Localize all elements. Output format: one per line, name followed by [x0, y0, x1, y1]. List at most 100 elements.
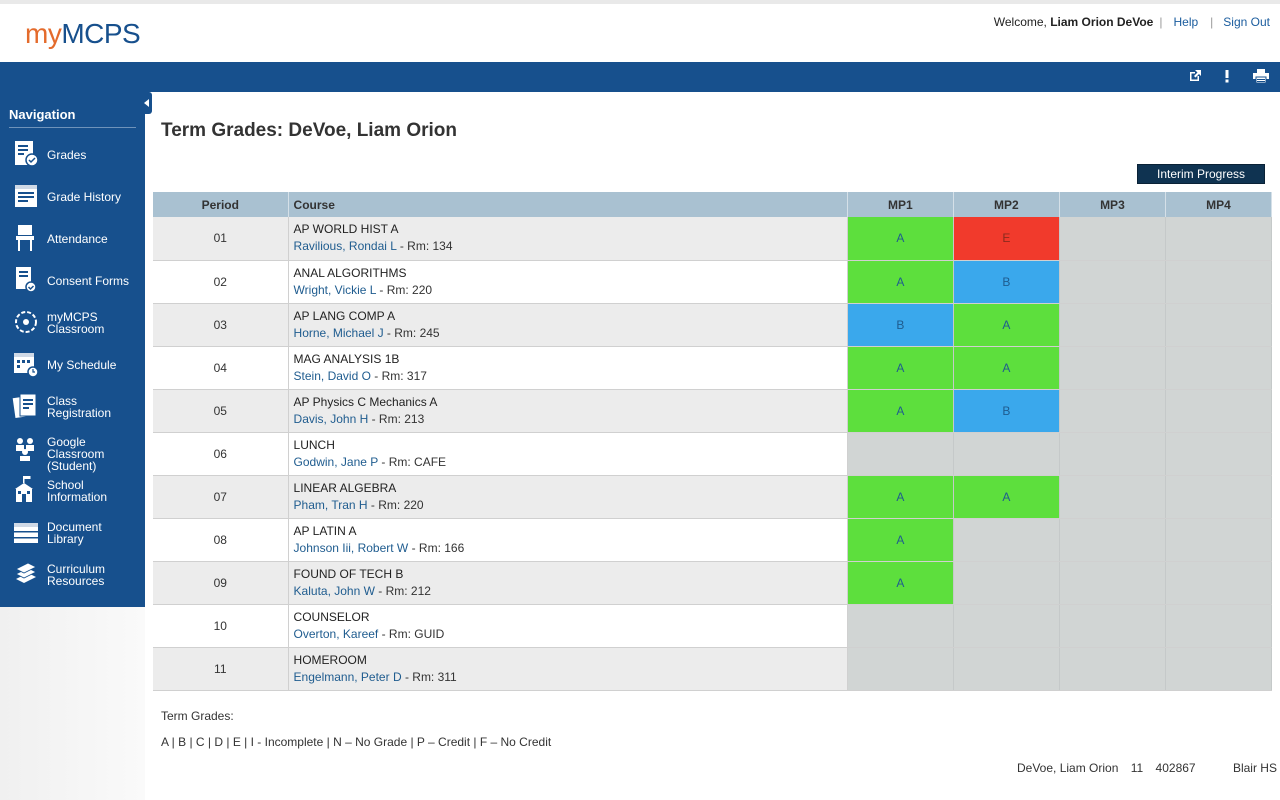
column-header-mp2[interactable]: MP2 — [953, 192, 1060, 217]
course-cell: COUNSELOR Overton, Kareef - Rm: GUID — [288, 604, 848, 648]
room-text: - Rm: GUID — [378, 626, 445, 641]
grade-cell-mp2[interactable]: B — [953, 389, 1060, 433]
toolbar — [0, 62, 1280, 92]
column-header-period[interactable]: Period — [153, 192, 289, 217]
sidebar-item-grades[interactable]: Grades — [12, 139, 140, 175]
sidebar-collapse-toggle[interactable] — [142, 92, 152, 114]
course-cell: AP Physics C Mechanics A Davis, John H - … — [288, 389, 848, 433]
print-icon[interactable] — [1253, 69, 1269, 85]
registration-icon — [12, 393, 37, 419]
grade-cell-mp2[interactable]: A — [953, 303, 1060, 347]
grade-cell-mp1[interactable]: A — [847, 475, 954, 519]
sidebar-item-my-schedule[interactable]: My Schedule — [12, 349, 140, 385]
room-text: - Rm: 134 — [396, 239, 453, 254]
sidebar-item-google-classroom[interactable]: Google Classroom (Student) — [12, 433, 140, 472]
room-text: - Rm: 213 — [368, 411, 425, 426]
grade-value: E — [1002, 231, 1011, 246]
sidebar-item-curriculum-resources[interactable]: Curriculum Resources — [12, 559, 140, 595]
grade-cell-mp1[interactable]: B — [847, 303, 954, 347]
teacher-info: Stein, David O - Rm: 317 — [294, 368, 847, 385]
column-header-course[interactable]: Course — [288, 192, 848, 217]
consent-forms-icon — [16, 267, 37, 293]
schedule-icon — [14, 353, 39, 378]
grade-cell-mp4 — [1165, 561, 1273, 605]
external-link-icon[interactable] — [1187, 69, 1203, 85]
sidebar-item-label: School Information — [47, 478, 108, 504]
room-text: - Rm: 212 — [374, 583, 431, 598]
teacher-link[interactable]: Overton, Kareef — [294, 627, 379, 641]
course-name: FOUND OF TECH B — [293, 566, 404, 581]
sidebar-item-label: Curriculum Resources — [47, 562, 106, 588]
teacher-link[interactable]: Horne, Michael J — [294, 326, 384, 340]
sidebar-item-document-library[interactable]: Document Library — [12, 517, 140, 553]
teacher-link[interactable]: Johnson Iii, Robert W — [294, 541, 409, 555]
student-id: 402867 — [1155, 761, 1196, 775]
column-header-mp3[interactable]: MP3 — [1059, 192, 1166, 217]
grades-icon — [15, 141, 39, 167]
teacher-link[interactable]: Godwin, Jane P — [294, 455, 379, 469]
page-title: Term Grades: DeVoe, Liam Orion — [161, 120, 457, 141]
teacher-link[interactable]: Davis, John H — [294, 412, 369, 426]
grade-value: A — [896, 231, 905, 246]
course-cell: AP WORLD HIST A Ravilious, Rondai L - Rm:… — [288, 217, 848, 261]
course-cell: ANAL ALGORITHMS Wright, Vickie L - Rm: 22… — [288, 260, 848, 304]
sidebar-item-label: Attendance — [47, 232, 108, 246]
student-grade: 11 — [1130, 761, 1144, 775]
sidebar-item-school-information[interactable]: School Information — [12, 475, 140, 511]
table-row: 04 MAG ANALYSIS 1B Stein, David O - Rm: 31… — [153, 346, 1273, 390]
sidebar-item-label: Class Registration — [47, 394, 112, 420]
grade-cell-mp1[interactable]: A — [847, 518, 954, 562]
teacher-link[interactable]: Wright, Vickie L — [294, 283, 376, 297]
divider: | — [1210, 15, 1214, 29]
grade-history-icon — [15, 185, 37, 207]
grade-value: A — [896, 575, 905, 590]
grade-cell-mp4 — [1165, 647, 1273, 691]
teacher-link[interactable]: Pham, Tran H — [294, 498, 368, 512]
grade-cell-mp2[interactable]: A — [953, 475, 1060, 519]
alert-icon[interactable] — [1219, 69, 1235, 85]
help-link[interactable]: Help — [1173, 15, 1198, 29]
sidebar-item-grade-history[interactable]: Grade History — [12, 181, 140, 217]
grade-cell-mp1[interactable]: A — [847, 260, 954, 304]
teacher-link[interactable]: Ravilious, Rondai L — [294, 239, 397, 253]
room-text: - Rm: 220 — [376, 282, 433, 297]
grade-cell-mp1[interactable]: A — [847, 561, 954, 605]
grade-cell-mp3 — [1059, 303, 1166, 347]
grade-cell-mp2[interactable]: A — [953, 346, 1060, 390]
grade-cell-mp1[interactable]: A — [847, 346, 954, 390]
student-name: DeVoe, Liam Orion — [1017, 761, 1119, 775]
course-name: AP LANG COMP A — [293, 308, 396, 323]
column-header-mp1[interactable]: MP1 — [847, 192, 954, 217]
column-header-mp4[interactable]: MP4 — [1165, 192, 1273, 217]
school-icon — [15, 476, 33, 502]
sign-out-link[interactable]: Sign Out — [1223, 15, 1270, 29]
grade-cell-mp4 — [1165, 432, 1273, 476]
grade-cell-mp1[interactable]: A — [847, 217, 954, 261]
grade-legend: A | B | C | D | E | I - Incomplete | N –… — [161, 735, 552, 749]
course-name: AP LATIN A — [293, 523, 357, 538]
nav-title: Navigation — [9, 107, 136, 128]
mymcps-logo[interactable]: myMCPS — [25, 18, 141, 50]
sidebar-item-mymcps-classroom[interactable]: myMCPS Classroom — [12, 307, 140, 343]
teacher-link[interactable]: Engelmann, Peter D — [294, 670, 402, 684]
grade-cell-mp1[interactable]: A — [847, 389, 954, 433]
course-cell: LUNCH Godwin, Jane P - Rm: CAFE — [288, 432, 848, 476]
course-name: LINEAR ALGEBRA — [293, 480, 397, 495]
teacher-info: Engelmann, Peter D - Rm: 311 — [294, 669, 847, 686]
grade-cell-mp3 — [1059, 346, 1166, 390]
student-info-footer: DeVoe, Liam Orion 11 402867 Blair HS — [1017, 761, 1280, 775]
course-cell: AP LATIN A Johnson Iii, Robert W - Rm: 16… — [288, 518, 848, 562]
sidebar-item-attendance[interactable]: Attendance — [12, 223, 140, 259]
curriculum-icon — [15, 562, 37, 583]
grade-value: B — [1002, 403, 1011, 418]
sidebar-item-consent-forms[interactable]: Consent Forms — [12, 265, 140, 301]
grade-cell-mp3 — [1059, 647, 1166, 691]
room-text: - Rm: CAFE — [378, 454, 447, 469]
interim-progress-report-button[interactable]: Interim Progress Report — [1137, 164, 1265, 199]
grade-cell-mp2[interactable]: B — [953, 260, 1060, 304]
sidebar-item-class-registration[interactable]: Class Registration — [12, 391, 140, 427]
teacher-link[interactable]: Kaluta, John W — [294, 584, 375, 598]
period-cell: 10 — [153, 604, 289, 648]
grade-cell-mp2[interactable]: E — [953, 217, 1060, 261]
teacher-link[interactable]: Stein, David O — [294, 369, 371, 383]
